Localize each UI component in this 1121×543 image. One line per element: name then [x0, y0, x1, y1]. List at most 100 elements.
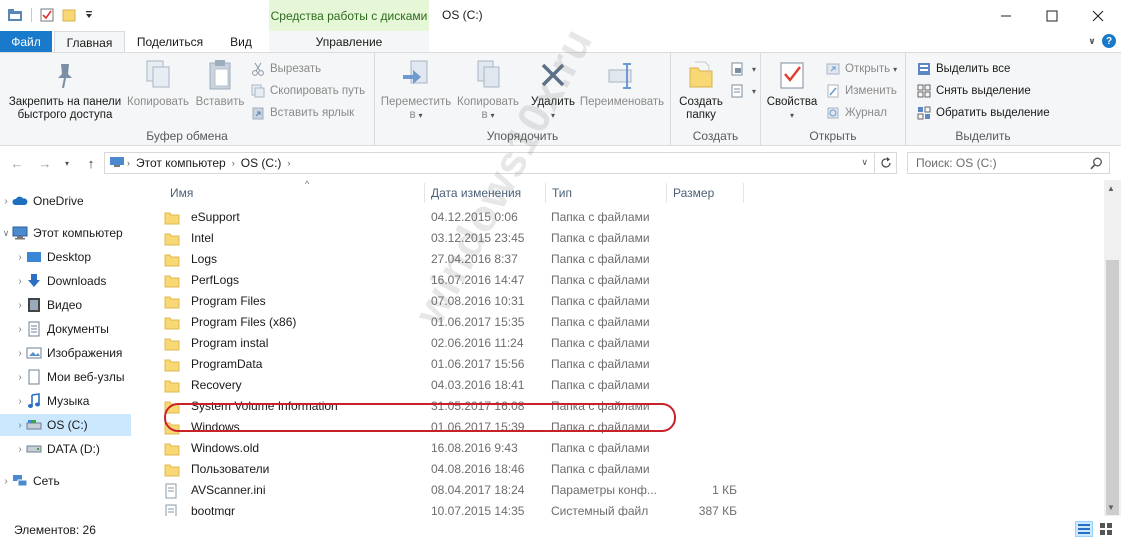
move-to-button[interactable]: Переместить в ▾ [379, 57, 453, 122]
column-header-size[interactable]: Размер [667, 180, 743, 206]
forward-button[interactable]: → [36, 155, 54, 171]
table-row[interactable]: Logs 27.04.2016 8:37 Папка с файлами [164, 249, 684, 270]
address-bar[interactable]: › Этот компьютер › OS (C:) › ∨ [104, 152, 875, 174]
folder-icon [164, 274, 180, 288]
copy-button[interactable]: Копировать [126, 57, 190, 109]
minimize-button[interactable] [983, 0, 1029, 31]
properties-quick-icon[interactable] [38, 6, 56, 24]
chevron-right-icon[interactable]: › [14, 372, 26, 383]
column-header-date[interactable]: Дата изменения [425, 180, 545, 206]
back-button[interactable]: ← [8, 155, 26, 171]
paste-button[interactable]: Вставить [190, 57, 250, 109]
rename-button[interactable]: Переименовать [579, 57, 665, 109]
close-button[interactable] [1075, 0, 1121, 31]
tree-item-pictures[interactable]: › Изображения [0, 342, 131, 364]
table-row[interactable]: eSupport 04.12.2015 0:06 Папка с файлами [164, 207, 684, 228]
file-name: Program instal [191, 336, 269, 350]
history-button[interactable]: Журнал [825, 105, 887, 121]
delete-button[interactable]: Удалить ▾ [525, 57, 581, 122]
navigation-pane-scrollbar[interactable] [131, 180, 148, 516]
tab-view[interactable]: Вид [218, 31, 264, 53]
breadcrumb-os-c[interactable]: OS (C:) [241, 156, 282, 170]
large-icons-view-button[interactable] [1097, 521, 1115, 537]
table-row[interactable]: Program instal 02.06.2016 11:24 Папка с фа… [164, 333, 684, 354]
table-row[interactable]: Program Files 07.08.2016 10:31 Папка с фай… [164, 291, 684, 312]
tree-item-onedrive[interactable]: › OneDrive [0, 190, 131, 212]
table-row[interactable]: ProgramData 01.06.2017 15:56 Папка с файла… [164, 354, 684, 375]
tree-item-web-sites[interactable]: › Мои веб-узлы [0, 366, 131, 388]
search-icon [1090, 157, 1102, 170]
tree-item-data-d[interactable]: › DATA (D:) [0, 438, 131, 460]
chevron-right-icon[interactable]: › [14, 396, 26, 407]
maximize-button[interactable] [1029, 0, 1075, 31]
recent-locations-button[interactable]: ▾ [58, 155, 76, 171]
tree-item-this-pc[interactable]: ∨ Этот компьютер [0, 222, 131, 244]
chevron-right-icon[interactable]: › [287, 158, 290, 168]
tab-home[interactable]: Главная [54, 31, 125, 54]
new-folder-button[interactable]: Создать папку [673, 57, 729, 122]
chevron-right-icon[interactable]: › [14, 252, 26, 263]
delete-dropdown-icon[interactable]: ▾ [551, 109, 555, 122]
copy-to-button[interactable]: Копировать в ▾ [453, 57, 523, 122]
select-none-button[interactable]: Снять выделение [916, 83, 1031, 99]
tab-share[interactable]: Поделиться [130, 31, 210, 53]
new-folder-quick-icon[interactable] [60, 6, 78, 24]
chevron-right-icon[interactable]: › [14, 348, 26, 359]
up-button[interactable]: ↑ [82, 155, 100, 171]
table-row[interactable]: Windows.old 16.08.2016 9:43 Папка с файлам… [164, 438, 684, 459]
breadcrumb-this-pc[interactable]: Этот компьютер [136, 156, 226, 170]
chevron-right-icon[interactable]: › [0, 476, 12, 487]
chevron-right-icon[interactable]: › [14, 300, 26, 311]
file-list-scrollbar[interactable]: ▲ ▼ [1104, 180, 1121, 516]
tree-item-music[interactable]: › Музыка [0, 390, 131, 412]
properties-button[interactable]: Свойства ▾ [765, 57, 819, 122]
tree-item-video[interactable]: › Видео [0, 294, 131, 316]
new-item-button[interactable]: ▾ [729, 61, 756, 77]
scrollbar-thumb[interactable] [1106, 260, 1119, 515]
chevron-right-icon[interactable]: › [14, 276, 26, 287]
invert-selection-button[interactable]: Обратить выделение [916, 105, 1050, 121]
explorer-app-icon[interactable] [6, 6, 24, 24]
minimize-ribbon-icon[interactable]: ∨ [1085, 34, 1099, 48]
tree-item-desktop[interactable]: › Desktop [0, 246, 131, 268]
table-row[interactable]: PerfLogs 16.07.2016 14:47 Папка с файлами [164, 270, 684, 291]
chevron-right-icon[interactable]: › [14, 324, 26, 335]
cut-button[interactable]: Вырезать [250, 61, 321, 77]
tree-item-os-c[interactable]: › OS (C:) [0, 414, 131, 436]
tree-item-downloads[interactable]: › Downloads [0, 270, 131, 292]
tab-manage[interactable]: Управление [269, 31, 429, 53]
refresh-button[interactable] [875, 152, 897, 174]
select-all-button[interactable]: Выделить все [916, 61, 1010, 77]
search-input[interactable]: Поиск: OS (C:) [907, 152, 1110, 174]
open-button[interactable]: Открыть ▾ [825, 61, 897, 77]
help-icon[interactable]: ? [1102, 34, 1116, 48]
properties-dropdown-icon[interactable]: ▾ [790, 109, 794, 122]
copy-to-label-line1: Копировать [457, 96, 519, 108]
scroll-up-icon[interactable]: ▲ [1107, 184, 1115, 193]
table-row[interactable]: AVScanner.ini 08.04.2017 18:24 Параметры к… [164, 480, 737, 501]
tab-file[interactable]: Файл [0, 31, 52, 53]
chevron-right-icon[interactable]: › [14, 444, 26, 455]
scroll-down-icon[interactable]: ▼ [1107, 503, 1115, 512]
chevron-right-icon[interactable]: › [0, 196, 12, 207]
table-row[interactable]: Intel 03.12.2015 23:45 Папка с файлами [164, 228, 684, 249]
edit-button[interactable]: Изменить [825, 83, 897, 99]
tree-item-network[interactable]: › Сеть [0, 470, 131, 492]
paste-shortcut-button[interactable]: Вставить ярлык [250, 105, 354, 121]
easy-access-button[interactable]: ▾ [729, 83, 756, 99]
column-header-type[interactable]: Тип [546, 180, 666, 206]
chevron-right-icon[interactable]: › [232, 158, 235, 168]
details-view-button[interactable] [1075, 521, 1093, 537]
chevron-right-icon[interactable]: › [14, 420, 26, 431]
column-header-name[interactable]: Имя ^ [164, 179, 424, 206]
tree-item-documents[interactable]: › Документы [0, 318, 131, 340]
pin-quick-access-button[interactable]: Закрепить на панели быстрого доступа [4, 57, 126, 122]
table-row[interactable]: Program Files (x86) 01.06.2017 15:35 Папка… [164, 312, 684, 333]
table-row[interactable]: Recovery 04.03.2016 18:41 Папка с файлами [164, 375, 684, 396]
column-divider[interactable] [743, 183, 744, 203]
chevron-down-icon[interactable]: ∨ [0, 228, 12, 239]
table-row[interactable]: Пользователи 04.08.2016 18:46 Папка с файл… [164, 459, 684, 480]
copy-path-button[interactable]: Скопировать путь [250, 83, 365, 99]
customize-quick-access-icon[interactable] [80, 6, 98, 24]
address-dropdown-icon[interactable]: ∨ [861, 157, 868, 168]
